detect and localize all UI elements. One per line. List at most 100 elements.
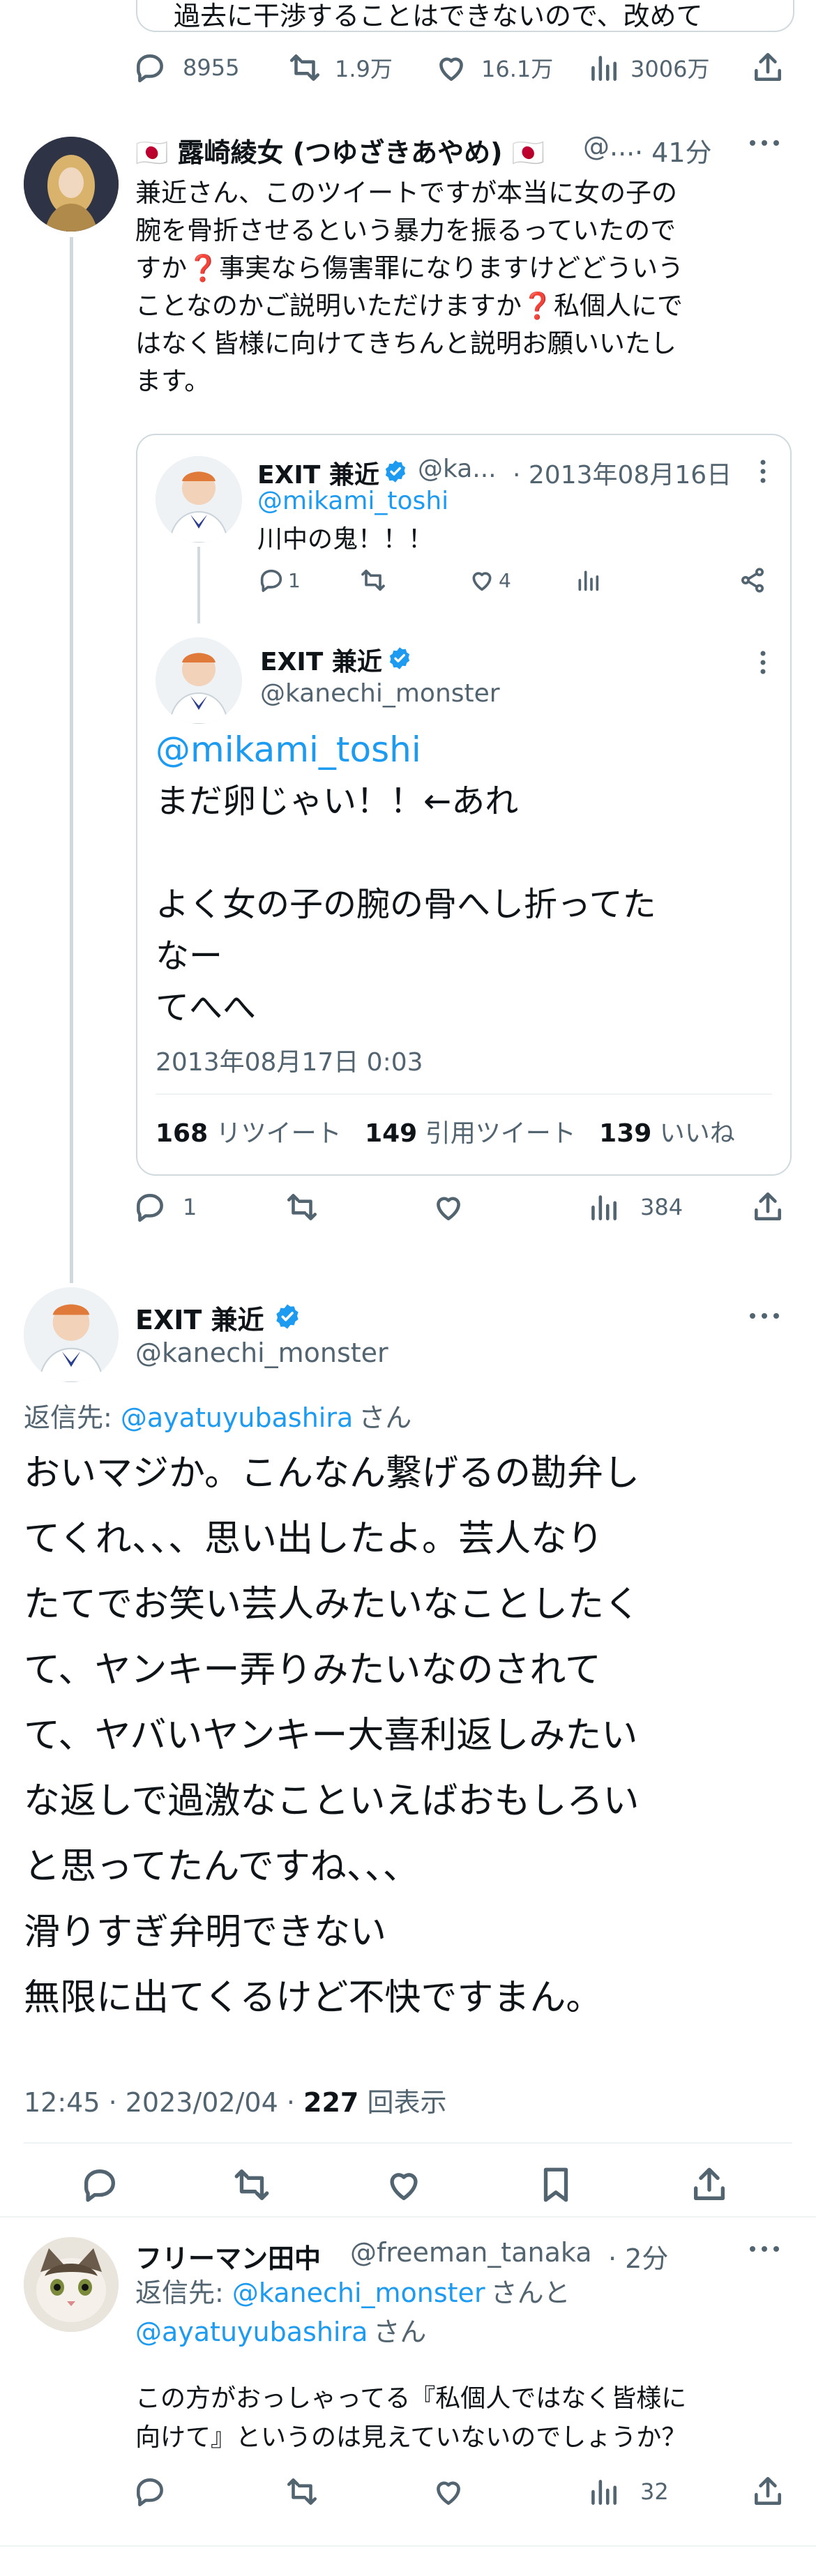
reply2-handle[interactable]: @freeman_tanaka <box>350 2237 592 2268</box>
more-icon[interactable] <box>760 650 766 675</box>
quoted-text: まだ卵じゃい！！←あれ よく女の子の腕の骨へし折ってた なー てへへ <box>156 782 656 1027</box>
like-button[interactable]: 4 <box>468 566 511 594</box>
views-button[interactable] <box>574 566 602 594</box>
views-button[interactable]: 384 <box>586 1190 683 1225</box>
retweet-button[interactable] <box>359 566 387 594</box>
divider <box>0 2545 816 2547</box>
like-stat[interactable]: 139 いいね <box>599 1119 735 1148</box>
quoted-tweet-card[interactable]: EXIT 兼近 @ka... · 2013年08月16日 @mikami_tos… <box>136 434 792 1176</box>
view-count: 227 <box>303 2087 359 2118</box>
more-options-button[interactable] <box>749 1312 780 1319</box>
parent-date[interactable]: · 2013年08月16日 <box>513 455 732 491</box>
retweet-stat[interactable]: 168 リツイート <box>156 1119 342 1148</box>
reply-icon <box>84 2169 115 2202</box>
reply-button[interactable] <box>80 2165 120 2205</box>
parent-actions: 1 4 <box>257 566 773 598</box>
reply2-display-name[interactable]: フリーマン田中 <box>135 2237 321 2275</box>
avatar[interactable] <box>24 1287 119 1382</box>
retweet-icon <box>289 54 320 81</box>
main-handle[interactable]: @kanechi_monster <box>135 1338 388 1368</box>
like-count: 4 <box>499 568 511 592</box>
main-display-name[interactable]: EXIT 兼近 <box>135 1298 264 1337</box>
reply-to-user[interactable]: @ayatuyubashira <box>121 1402 353 1433</box>
verified-badge-icon <box>389 647 410 669</box>
heart-icon <box>390 2173 418 2200</box>
reply-to-user[interactable]: @kanechi_monster <box>232 2278 485 2308</box>
reply1-time[interactable]: · 41分 <box>635 131 712 169</box>
quoted-mention[interactable]: @mikami_toshi <box>156 729 421 770</box>
more-options-button[interactable] <box>749 139 780 146</box>
parent-display-name[interactable]: EXIT 兼近 <box>257 455 379 491</box>
heart-icon <box>472 572 492 591</box>
more-options-button[interactable] <box>749 2245 780 2252</box>
quoted-display-name[interactable]: EXIT 兼近 <box>260 642 382 678</box>
quoted-tweet-clipped[interactable]: 過去に干渉することはできないので、改めて <box>136 0 794 32</box>
analytics-icon <box>591 2480 617 2505</box>
reply-count: 8955 <box>183 54 240 81</box>
retweet-stat-label: リツイート <box>216 1119 342 1148</box>
share-button[interactable] <box>689 2165 730 2205</box>
quoted-stats: 168 リツイート 149 引用ツイート 139 いいね <box>156 1113 735 1149</box>
share-icon <box>755 52 781 81</box>
share-button[interactable] <box>750 1190 785 1225</box>
bookmark-icon <box>543 2167 568 2202</box>
parent-handle[interactable]: @ka... <box>418 455 497 483</box>
like-stat-count: 139 <box>599 1119 652 1148</box>
bookmark-button[interactable] <box>536 2165 576 2205</box>
retweet-button[interactable]: 1.9万 <box>287 50 393 85</box>
top-tweet-actions: 8955 1.9万 16.1万 3006万 <box>133 47 802 89</box>
view-count: 384 <box>640 1194 683 1220</box>
heart-icon <box>437 1197 460 1220</box>
like-button[interactable]: 16.1万 <box>434 50 553 85</box>
reply-count: 1 <box>183 1194 197 1220</box>
reply-to-suffix: さん <box>358 1402 412 1433</box>
quoted-datetime[interactable]: 2013年08月17日 0:03 <box>156 1042 423 1078</box>
share-button[interactable] <box>739 566 766 594</box>
retweet-button[interactable] <box>285 2474 319 2509</box>
like-button[interactable] <box>431 1190 466 1225</box>
like-count: 16.1万 <box>481 56 554 82</box>
like-stat-label: いいね <box>659 1119 735 1148</box>
reply-button[interactable] <box>133 2474 167 2509</box>
quote-stat[interactable]: 149 引用ツイート <box>365 1119 576 1148</box>
views-button[interactable]: 32 <box>586 2474 669 2509</box>
retweet-stat-count: 168 <box>156 1119 209 1148</box>
reply-button[interactable]: 1 <box>133 1190 197 1225</box>
share-button[interactable] <box>750 50 785 85</box>
analytics-icon <box>578 570 599 591</box>
main-timestamp[interactable]: 12:45 · 2023/02/04 · <box>24 2087 303 2118</box>
analytics-icon <box>591 56 617 81</box>
quoted-handle[interactable]: @kanechi_monster <box>260 679 500 708</box>
clipped-text: 過去に干渉することはできないので、改めて <box>174 1 703 31</box>
retweet-button[interactable] <box>232 2165 272 2205</box>
retweet-button[interactable] <box>285 1190 319 1225</box>
views-button[interactable]: 3006万 <box>586 50 709 85</box>
reply1-handle[interactable]: @... <box>583 131 635 162</box>
heart-icon <box>439 57 463 81</box>
more-icon[interactable] <box>760 459 766 484</box>
avatar[interactable] <box>156 456 242 543</box>
reply-icon <box>137 54 163 83</box>
quote-stat-label: 引用ツイート <box>425 1119 576 1148</box>
like-button[interactable] <box>384 2165 424 2205</box>
reply-button[interactable]: 1 <box>257 566 301 594</box>
share-button[interactable] <box>750 2474 785 2509</box>
retweet-count: 1.9万 <box>335 56 393 82</box>
view-count: 32 <box>640 2478 669 2505</box>
like-button[interactable] <box>431 2474 466 2509</box>
reply-button[interactable]: 8955 <box>133 50 239 85</box>
reply-to-mid: さんと <box>490 2278 571 2308</box>
reply-to-suffix: さん <box>373 2317 427 2347</box>
avatar[interactable] <box>156 637 242 724</box>
heart-icon <box>437 2481 460 2505</box>
reply1-display-name[interactable]: 🇯🇵 露崎綾女 (つゆざきあやめ) 🇯🇵 <box>135 131 545 169</box>
parent-mention[interactable]: @mikami_toshi <box>257 487 448 515</box>
avatar[interactable] <box>24 2237 119 2332</box>
reply2-time[interactable]: · 2分 <box>608 2237 668 2275</box>
reply-to-user[interactable]: @ayatuyubashira <box>135 2317 368 2347</box>
main-actions <box>24 2158 792 2213</box>
view-count: 3006万 <box>630 56 710 82</box>
reply-count: 1 <box>288 568 301 592</box>
avatar-image <box>24 2237 119 2332</box>
avatar[interactable] <box>24 137 119 232</box>
